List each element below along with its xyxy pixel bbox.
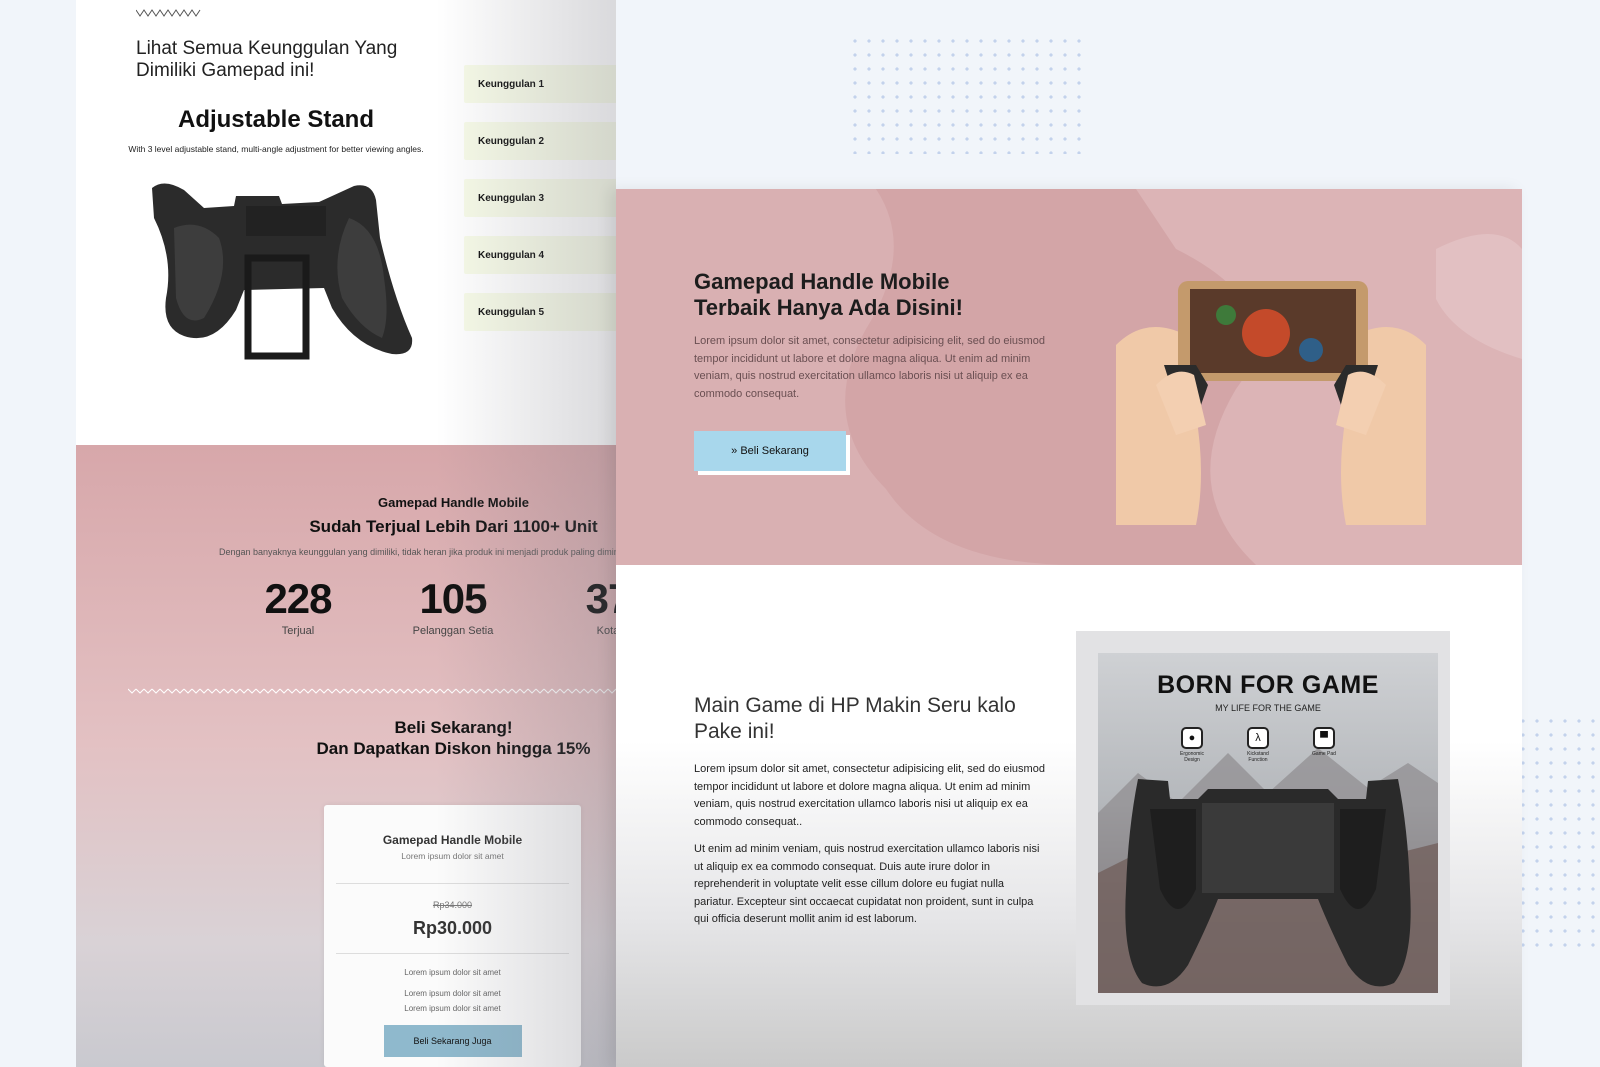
info-title: Main Game di HP Makin Seru kalo Pake ini… [694, 694, 1016, 743]
poster-title: BORN FOR GAME [1157, 671, 1379, 699]
poster-feature-label: Game Pad [1312, 751, 1336, 757]
accordion-item[interactable]: Keunggulan 4› [464, 236, 616, 274]
stat-sold: 228 Terjual [228, 575, 368, 637]
stats-subtitle: Gamepad Handle Mobile [378, 495, 529, 510]
accordion-label: Keunggulan 5 [478, 306, 545, 318]
accordion-label: Keunggulan 2 [478, 135, 545, 147]
decorative-dot-grid [1516, 714, 1600, 954]
info-section: Main Game di HP Makin Seru kalo Pake ini… [616, 565, 1522, 1067]
product-poster-frame: BORN FOR GAME MY LIFE FOR THE GAME ● Erg… [1076, 631, 1450, 1005]
features-heading: Lihat Semua Keunggulan Yang Dimiliki Gam… [136, 38, 398, 81]
stat-number: 105 [419, 575, 487, 622]
pricing-feature: Lorem ipsum dolor sit amet [404, 968, 501, 977]
person-icon: ● [1181, 727, 1203, 749]
poster-subtitle: MY LIFE FOR THE GAME [1215, 703, 1321, 713]
product-feature-subtitle: With 3 level adjustable stand, multi-ang… [128, 144, 424, 154]
zigzag-divider [128, 687, 616, 695]
promo-heading: Beli Sekarang! Dan Dapatkan Diskon hingg… [76, 717, 616, 759]
pricing-subtitle: Lorem ipsum dolor sit amet [401, 851, 504, 861]
poster-feature-label: Kickstand Function [1247, 751, 1269, 763]
accordion-label: Keunggulan 3 [478, 192, 545, 204]
product-poster: BORN FOR GAME MY LIFE FOR THE GAME ● Erg… [1098, 653, 1438, 993]
info-paragraph: Ut enim ad minim veniam, quis nostrud ex… [694, 843, 1040, 925]
hero-section: Gamepad Handle Mobile Terbaik Hanya Ada … [616, 189, 1522, 565]
buy-now-button[interactable]: » Beli Sekarang [694, 431, 846, 471]
gamepad-product-illustration [1125, 779, 1411, 987]
hero-body-text: Lorem ipsum dolor sit amet, consectetur … [694, 335, 1045, 400]
old-price: Rp34.000 [432, 900, 473, 910]
gamepad-stand-illustration [152, 183, 413, 360]
landing-page-preview: Gamepad Handle Mobile Terbaik Hanya Ada … [616, 189, 1522, 1067]
accordion-item[interactable]: Keunggulan 5› [464, 293, 616, 331]
accordion-item[interactable]: Keunggulan 1› [464, 65, 616, 103]
stat-label: Terjual [281, 625, 315, 637]
product-feature-title: Adjustable Stand [177, 106, 375, 133]
features-page-preview: Lihat Semua Keunggulan Yang Dimiliki Gam… [76, 0, 616, 1067]
accordion-item[interactable]: Keunggulan 2› [464, 122, 616, 160]
buy-now-button[interactable]: Beli Sekarang Juga [383, 1025, 522, 1057]
stat-customers: 105 Pelanggan Setia [383, 575, 523, 637]
stat-number: 228 [264, 575, 332, 622]
gamepad-icon: ▀ [1313, 727, 1335, 749]
info-paragraph: Lorem ipsum dolor sit amet, consectetur … [694, 763, 1045, 828]
promo-line: Dan Dapatkan Diskon hingga 15% [316, 739, 591, 758]
stat-cities: 37 Kota [538, 575, 616, 637]
hero-title: Gamepad Handle Mobile Terbaik Hanya Ada … [694, 269, 963, 320]
divider [336, 953, 569, 954]
divider [336, 883, 569, 884]
poster-feature: ▀ Game Pad [1304, 727, 1344, 757]
kickstand-icon: λ [1247, 727, 1269, 749]
stat-label: Kota [596, 625, 616, 637]
hands-holding-phone-illustration [1116, 281, 1426, 525]
accordion-label: Keunggulan 1 [478, 78, 545, 90]
stat-label: Pelanggan Setia [412, 625, 494, 637]
pricing-feature: Lorem ipsum dolor sit amet [404, 989, 501, 998]
pricing-feature: Lorem ipsum dolor sit amet [404, 1004, 501, 1013]
stats-title: Sudah Terjual Lebih Dari 1100+ Unit [309, 517, 598, 536]
poster-feature: λ Kickstand Function [1238, 727, 1278, 763]
accordion-item[interactable]: Keunggulan 3› [464, 179, 616, 217]
pricing-card: Gamepad Handle Mobile Lorem ipsum dolor … [324, 805, 581, 1067]
stat-number: 37 [585, 575, 616, 622]
pricing-product-name: Gamepad Handle Mobile [382, 833, 523, 847]
promo-line: Beli Sekarang! [394, 718, 513, 737]
poster-feature-label: Ergonomic Design [1180, 751, 1204, 763]
decorative-dot-grid [848, 34, 1088, 154]
current-price: Rp30.000 [412, 918, 493, 938]
accordion-label: Keunggulan 4 [478, 249, 545, 261]
stats-description: Dengan banyaknya keunggulan yang dimilik… [219, 547, 616, 557]
poster-feature: ● Ergonomic Design [1172, 727, 1212, 763]
zigzag-divider [136, 9, 201, 17]
